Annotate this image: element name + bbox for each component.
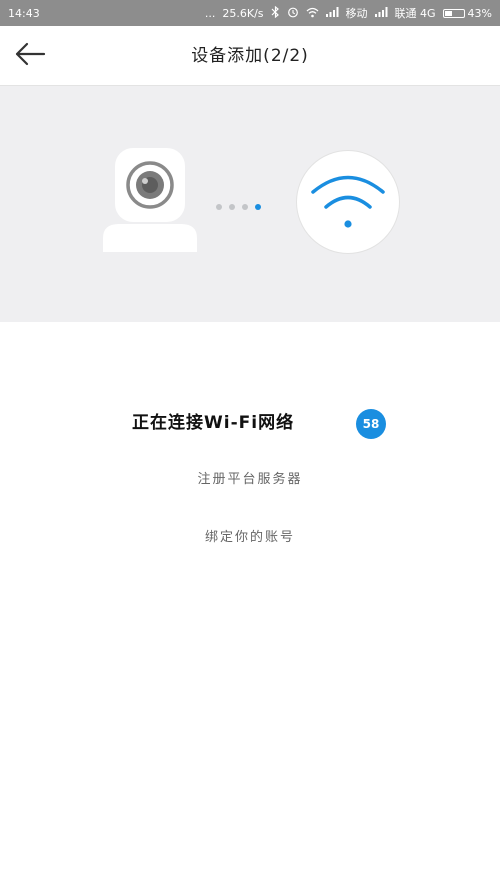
arrow-left-icon: [14, 42, 46, 70]
back-button[interactable]: [12, 39, 48, 73]
camera-icon: [101, 148, 199, 256]
signal-bars-icon-2: [374, 7, 388, 19]
connection-illustration: [0, 86, 500, 322]
battery-label: 43%: [467, 6, 492, 20]
bluetooth-icon: [271, 5, 280, 20]
status-dots: ...: [204, 6, 216, 20]
progress-dot: [216, 204, 222, 210]
progress-dots: [216, 204, 261, 210]
progress-dot: [229, 204, 235, 210]
network-speed: 25.6K/s: [222, 6, 264, 20]
battery-level: [444, 10, 453, 16]
current-step-label: 正在连接Wi-Fi网络: [132, 413, 295, 433]
carrier-1: 移动: [345, 7, 368, 20]
wifi-circle: [296, 150, 400, 254]
progress-dot: [255, 204, 261, 210]
progress-dot: [242, 204, 248, 210]
step-register-server: 注册平台服务器: [197, 472, 303, 487]
page-title: 设备添加(2/2): [191, 46, 309, 66]
alarm-icon: [287, 6, 299, 20]
step-bind-account: 绑定你的账号: [204, 530, 295, 545]
signal-bars-icon-1: [325, 7, 339, 19]
wifi-signal-icon: [306, 7, 319, 20]
current-step: 正在连接Wi-Fi网络 58: [0, 409, 500, 439]
countdown-badge: 58: [356, 409, 386, 439]
status-time: 14:43: [8, 6, 40, 20]
battery-icon: [442, 8, 465, 18]
header: 设备添加(2/2): [0, 26, 500, 86]
status-bar: 14:43 ... 25.6K/s 移动 联通 4G 43%: [0, 0, 500, 26]
carrier-2: 联通 4G: [394, 7, 436, 20]
battery-indicator: 43%: [442, 6, 492, 20]
